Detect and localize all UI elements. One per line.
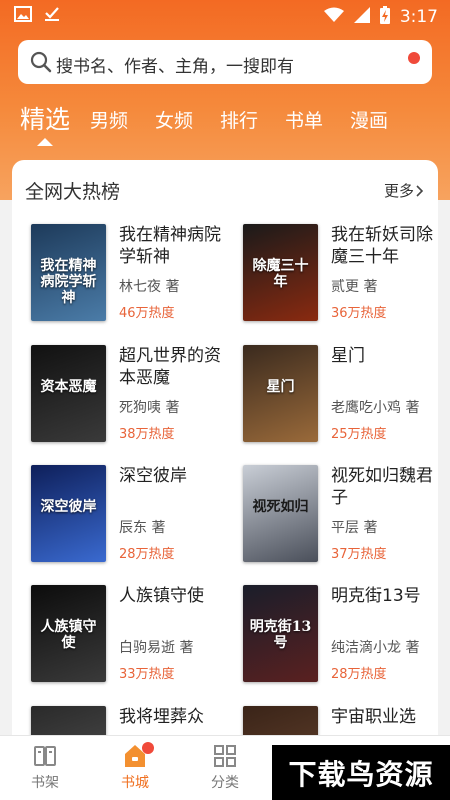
book-title[interactable]: 我在精神病院学斩神 <box>119 224 231 268</box>
book-author: 白驹易逝 著 <box>119 640 194 656</box>
active-tab-indicator <box>37 138 53 146</box>
nav-bookstore[interactable]: 书城 <box>95 742 175 792</box>
book-heat: 37万热度 <box>331 547 387 562</box>
book-item[interactable]: 人族镇守使 人族镇守使 白驹易逝 著 33万热度 <box>31 585 231 685</box>
download-done-icon <box>44 6 60 26</box>
cover-title: 星门 <box>266 379 295 395</box>
book-item[interactable]: 我将埋葬众 <box>31 706 231 735</box>
book-item[interactable]: 资本恶魔 超凡世界的资本恶魔 死狗咦 著 38万热度 <box>31 345 231 445</box>
category-grid-icon <box>185 742 265 770</box>
nav-category[interactable]: 分类 <box>185 742 265 792</box>
hot-list-card: 全网大热榜 更多 我在精神病院学斩神 我在精神病院学斩神 林七夜 著 46万热度… <box>12 160 438 735</box>
book-title[interactable]: 视死如归魏君子 <box>331 465 438 509</box>
book-author: 死狗咦 著 <box>119 400 180 416</box>
tab-female[interactable]: 女频 <box>155 106 193 133</box>
bookstore-icon <box>95 742 175 770</box>
book-cover[interactable]: 深空彼岸 <box>31 465 106 562</box>
more-link[interactable]: 更多 <box>384 180 424 201</box>
book-title[interactable]: 星门 <box>331 345 438 367</box>
nav-bookshelf-label: 书架 <box>31 775 59 791</box>
book-author: 平层 著 <box>331 520 378 536</box>
book-item[interactable]: 明克街13号 明克街13号 纯洁滴小龙 著 28万热度 <box>243 585 438 685</box>
section-title: 全网大热榜 <box>25 181 121 203</box>
nav-badge-dot <box>142 742 154 754</box>
book-title[interactable]: 宇宙职业选 <box>331 706 438 728</box>
book-author: 老鹰吃小鸡 著 <box>331 400 420 416</box>
book-cover[interactable] <box>31 706 106 735</box>
cover-title: 视死如归 <box>252 499 309 515</box>
book-cover[interactable]: 除魔三十年 <box>243 224 318 321</box>
book-item[interactable]: 我在精神病院学斩神 我在精神病院学斩神 林七夜 著 46万热度 <box>31 224 231 324</box>
tab-featured[interactable]: 精选 <box>20 100 70 136</box>
cover-title: 深空彼岸 <box>40 499 97 515</box>
book-title[interactable]: 我在斩妖司除魔三十年 <box>331 224 438 268</box>
search-notification-dot <box>408 52 420 64</box>
book-title[interactable]: 明克街13号 <box>331 585 438 607</box>
book-cover[interactable]: 明克街13号 <box>243 585 318 682</box>
book-title[interactable]: 我将埋葬众 <box>119 706 231 728</box>
bookshelf-icon <box>5 742 85 770</box>
nav-bookstore-label: 书城 <box>121 775 149 791</box>
book-item[interactable]: 星门 星门 老鹰吃小鸡 著 25万热度 <box>243 345 438 445</box>
book-item[interactable]: 宇宙职业选 <box>243 706 438 735</box>
book-cover[interactable]: 星门 <box>243 345 318 442</box>
book-author: 辰东 著 <box>119 520 166 536</box>
search-placeholder: 搜书名、作者、主角，一搜即有 <box>56 57 294 77</box>
cover-title: 资本恶魔 <box>40 379 97 395</box>
image-notification-icon <box>14 6 32 26</box>
status-bar: 3:17 <box>0 0 450 32</box>
book-heat: 46万热度 <box>119 306 175 321</box>
channel-tabs: 精选 男频 女频 排行 书单 漫画 <box>0 100 450 144</box>
signal-icon <box>353 7 370 27</box>
book-author: 林七夜 著 <box>119 279 180 295</box>
book-title[interactable]: 人族镇守使 <box>119 585 231 607</box>
search-icon <box>30 51 52 77</box>
book-cover[interactable]: 我在精神病院学斩神 <box>31 224 106 321</box>
wifi-icon <box>323 7 344 27</box>
book-heat: 36万热度 <box>331 306 387 321</box>
cover-title: 明克街13号 <box>249 619 312 651</box>
book-cover[interactable]: 人族镇守使 <box>31 585 106 682</box>
book-title[interactable]: 超凡世界的资本恶魔 <box>119 345 231 389</box>
tab-ranking[interactable]: 排行 <box>220 106 258 133</box>
cover-title: 除魔三十年 <box>252 258 309 290</box>
tab-male[interactable]: 男频 <box>90 106 128 133</box>
book-heat: 28万热度 <box>331 667 387 682</box>
status-time: 3:17 <box>399 7 438 27</box>
book-author: 贰更 著 <box>331 279 378 295</box>
more-label: 更多 <box>383 182 414 200</box>
battery-charging-icon <box>379 6 390 28</box>
nav-category-label: 分类 <box>211 775 239 791</box>
tab-comics[interactable]: 漫画 <box>350 106 388 133</box>
book-author: 纯洁滴小龙 著 <box>331 640 420 656</box>
nav-bookshelf[interactable]: 书架 <box>5 742 85 792</box>
chevron-right-icon <box>416 184 424 197</box>
cover-title: 我在精神病院学斩神 <box>40 258 97 306</box>
book-heat: 28万热度 <box>119 547 175 562</box>
book-item[interactable]: 除魔三十年 我在斩妖司除魔三十年 贰更 著 36万热度 <box>243 224 438 324</box>
book-title[interactable]: 深空彼岸 <box>119 465 231 487</box>
book-heat: 25万热度 <box>331 427 387 442</box>
book-heat: 38万热度 <box>119 427 175 442</box>
watermark-overlay: 下载鸟资源 <box>272 745 450 800</box>
book-cover[interactable] <box>243 706 318 735</box>
cover-title: 人族镇守使 <box>40 619 97 651</box>
search-bar[interactable]: 搜书名、作者、主角，一搜即有 <box>18 40 432 84</box>
book-cover[interactable]: 资本恶魔 <box>31 345 106 442</box>
book-item[interactable]: 深空彼岸 深空彼岸 辰东 著 28万热度 <box>31 465 231 565</box>
book-item[interactable]: 视死如归 视死如归魏君子 平层 著 37万热度 <box>243 465 438 565</box>
tab-booklist[interactable]: 书单 <box>285 106 323 133</box>
book-cover[interactable]: 视死如归 <box>243 465 318 562</box>
book-heat: 33万热度 <box>119 667 175 682</box>
